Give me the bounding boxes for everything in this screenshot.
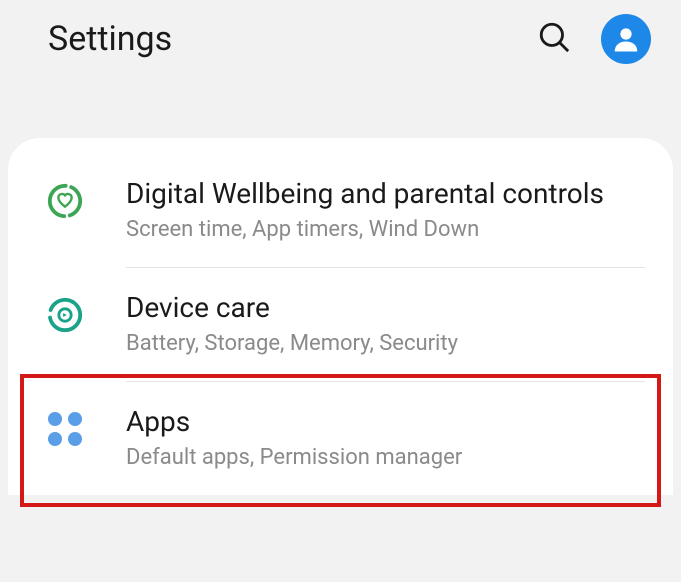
list-item-content: Digital Wellbeing and parental controls … [126, 176, 645, 245]
list-item-device-care[interactable]: Device care Battery, Storage, Memory, Se… [8, 268, 673, 381]
list-item-title: Device care [126, 290, 645, 326]
settings-card: Digital Wellbeing and parental controls … [8, 138, 673, 495]
list-item-subtitle: Default apps, Permission manager [126, 444, 645, 473]
device-care-icon [44, 294, 86, 336]
list-item-apps[interactable]: Apps Default apps, Permission manager [8, 382, 673, 495]
header-actions [537, 14, 651, 64]
list-item-subtitle: Screen time, App timers, Wind Down [126, 216, 645, 245]
account-avatar[interactable] [601, 14, 651, 64]
list-item-digital-wellbeing[interactable]: Digital Wellbeing and parental controls … [8, 154, 673, 267]
wellbeing-icon [44, 180, 86, 222]
list-item-content: Apps Default apps, Permission manager [126, 404, 645, 473]
page-title: Settings [48, 19, 537, 59]
list-item-content: Device care Battery, Storage, Memory, Se… [126, 290, 645, 359]
header: Settings [0, 0, 681, 78]
list-item-subtitle: Battery, Storage, Memory, Security [126, 330, 645, 359]
search-icon[interactable] [537, 20, 571, 58]
apps-icon [44, 408, 86, 450]
list-item-title: Apps [126, 404, 645, 440]
list-item-title: Digital Wellbeing and parental controls [126, 176, 645, 212]
